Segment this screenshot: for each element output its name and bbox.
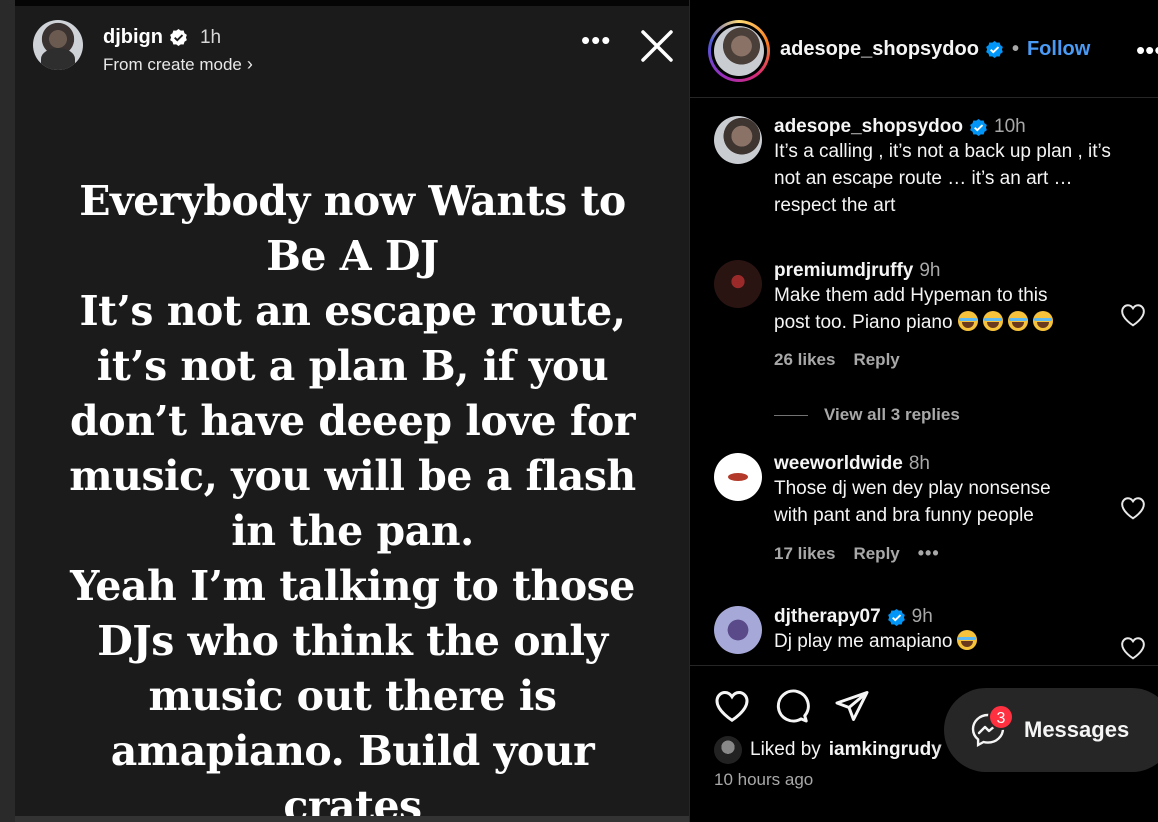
- panel-divider: [689, 0, 690, 822]
- reply-button[interactable]: Reply: [853, 544, 899, 564]
- messages-label: Messages: [1024, 717, 1130, 742]
- comment-icon[interactable]: [774, 688, 810, 724]
- comment-username[interactable]: adesope_shopsydoo: [774, 116, 963, 138]
- comment-line: not an escape route … it’s an art …: [774, 168, 1073, 189]
- story-line: music, you will be a flash: [69, 452, 636, 500]
- comment-text: Make them add Hypeman to this post too. …: [774, 282, 1146, 336]
- view-replies-label: View all 3 replies: [824, 405, 960, 424]
- laughing-emoji-icon: [1007, 311, 1028, 331]
- liked-by-user[interactable]: iamkingrudy: [829, 739, 942, 761]
- laughing-emoji-icon: [982, 311, 1003, 331]
- story-subtitle-link[interactable]: From create mode ›: [103, 54, 253, 75]
- post-author-row: adesope_shopsydoo • Follow: [780, 38, 1090, 61]
- liked-by-row: Liked by iamkingrudy: [714, 736, 942, 764]
- story-text: Everybody now Wants to Be A DJ It’s not …: [25, 174, 680, 822]
- story-bottom-strip: [15, 816, 690, 822]
- comment-line: It’s a calling , it’s not a back up plan…: [774, 141, 1111, 162]
- story-viewer: djbign 1h From create mode › ••• Everybod…: [15, 6, 690, 822]
- comment-username[interactable]: djtherapy07: [774, 606, 881, 628]
- messages-button[interactable]: 3 Messages: [944, 688, 1158, 772]
- comment-avatar[interactable]: [714, 606, 762, 654]
- liked-by-prefix: Liked by: [750, 739, 821, 760]
- post-timestamp: 10 hours ago: [714, 770, 814, 789]
- comment-line: Those dj wen dey play nonsense: [774, 478, 1051, 499]
- more-icon[interactable]: •••: [581, 27, 611, 53]
- post-author-avatar[interactable]: [708, 20, 770, 82]
- heart-icon[interactable]: [1120, 636, 1146, 660]
- more-icon[interactable]: •••: [1136, 37, 1158, 63]
- comment-likes[interactable]: 17 likes: [774, 544, 835, 564]
- verified-badge-icon: [170, 28, 187, 47]
- story-line: Yeah I’m talking to those: [70, 562, 635, 610]
- story-line: don’t have deeep love for: [70, 397, 635, 445]
- post-author-username[interactable]: adesope_shopsydoo: [780, 38, 979, 61]
- story-line: it’s not a plan B, if you: [96, 342, 609, 390]
- heart-icon[interactable]: [714, 688, 750, 724]
- window-gutter: [0, 0, 15, 822]
- story-line: amapiano. Build your: [110, 727, 595, 775]
- divider-line: [774, 414, 808, 416]
- story-username[interactable]: djbign: [103, 26, 163, 49]
- comment-time: 10h: [994, 116, 1026, 137]
- comment-username[interactable]: premiumdjruffy: [774, 260, 913, 282]
- comment-time: 8h: [908, 453, 930, 474]
- story-line: in the pan.: [231, 507, 474, 555]
- comment-time: 9h: [919, 260, 941, 281]
- comment-likes[interactable]: 26 likes: [774, 350, 835, 370]
- laughing-emoji-icon: [957, 630, 978, 650]
- verified-badge-icon: [986, 40, 1003, 59]
- actions-divider: [690, 665, 1158, 666]
- comment-line: Make them add Hypeman to this: [774, 285, 1048, 306]
- separator-dot: •: [1011, 38, 1019, 60]
- laughing-emoji-icon: [1032, 311, 1053, 331]
- heart-icon[interactable]: [1120, 496, 1146, 520]
- comment-avatar[interactable]: [714, 116, 762, 164]
- close-icon[interactable]: [639, 28, 675, 64]
- reply-button[interactable]: Reply: [853, 350, 899, 370]
- comment-time: 9h: [911, 606, 933, 627]
- verified-badge-icon: [970, 118, 987, 136]
- story-line: Everybody now Wants to: [79, 177, 626, 225]
- verified-badge-icon: [887, 608, 905, 626]
- view-replies-button[interactable]: View all 3 replies: [774, 405, 960, 425]
- more-icon[interactable]: •••: [918, 543, 940, 564]
- story-avatar[interactable]: [33, 20, 83, 70]
- story-line: It’s not an escape route,: [79, 287, 626, 335]
- comment-line: Dj play me amapiano: [774, 631, 953, 652]
- follow-button[interactable]: Follow: [1027, 38, 1090, 61]
- comment-line: respect the art: [774, 195, 896, 216]
- heart-icon[interactable]: [1120, 303, 1146, 327]
- story-header: djbign 1h: [103, 26, 221, 49]
- comment-line: post too. Piano piano: [774, 312, 953, 333]
- story-time: 1h: [199, 26, 222, 48]
- laughing-emoji-icon: [957, 311, 978, 331]
- story-line: music out there is: [148, 672, 557, 720]
- share-icon[interactable]: [834, 688, 870, 724]
- comment-avatar[interactable]: [714, 260, 762, 308]
- comment-text: It’s a calling , it’s not a back up plan…: [774, 138, 1146, 219]
- story-subtitle: From create mode: [103, 55, 242, 74]
- chevron-right-icon: ›: [246, 54, 253, 74]
- comment-text: Those dj wen dey play nonsense with pant…: [774, 475, 1146, 529]
- liker-avatar[interactable]: [714, 736, 742, 764]
- story-line: Be A DJ: [266, 232, 439, 280]
- comment-avatar[interactable]: [714, 453, 762, 501]
- comment-line: with pant and bra funny people: [774, 505, 1034, 526]
- post-header: adesope_shopsydoo • Follow •••: [690, 0, 1158, 98]
- comment-username[interactable]: weeworldwide: [774, 453, 903, 475]
- comment-text: Dj play me amapiano: [774, 628, 1146, 655]
- story-line: DJs who think the only: [97, 617, 608, 665]
- unread-badge: 3: [988, 704, 1014, 730]
